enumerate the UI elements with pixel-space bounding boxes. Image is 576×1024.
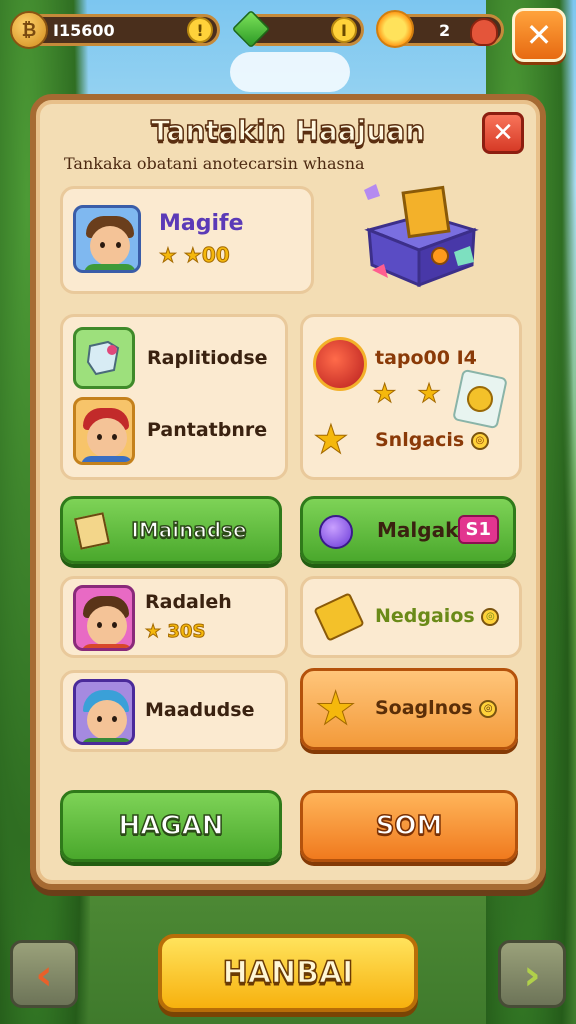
bonus-title: tapo00 I4 — [375, 347, 477, 369]
player-row[interactable]: Maadudse — [60, 670, 288, 752]
magic-badge: S1 — [457, 515, 499, 544]
character-avatar — [73, 397, 135, 465]
som-label: SOM — [375, 810, 443, 842]
player-row-score: ★ 30S — [144, 621, 206, 643]
potion-icon — [319, 515, 353, 549]
ticket-icon — [452, 368, 508, 430]
bonus-footer: Snlgacis ◎ — [375, 429, 489, 451]
info-badge-icon: ◎ — [470, 431, 489, 450]
reward-item-label-1: Raplitiodse — [147, 347, 268, 369]
add-coins-button[interactable]: ! — [187, 17, 213, 43]
star-count: 2 — [439, 20, 451, 40]
player-avatar — [73, 205, 141, 273]
side-reward-row[interactable]: Nedgaios ◎ — [300, 576, 522, 658]
gift-box-icon — [364, 184, 479, 288]
prepare-button[interactable]: IMainadse — [60, 496, 282, 564]
prepare-label: IMainadse — [131, 517, 248, 543]
info-badge-icon: ◎ — [479, 699, 498, 718]
panel-title: Tantakin Haajuan — [150, 113, 426, 148]
magic-button[interactable]: Malgak S1 — [300, 496, 516, 564]
hanbai-button[interactable]: HANBAI — [158, 934, 418, 1012]
hagan-button[interactable]: HAGAN — [60, 790, 282, 862]
add-gems-button[interactable]: I — [331, 17, 357, 43]
side-reward-label: Soaglnos ◎ — [375, 697, 498, 719]
next-button[interactable]: › — [498, 940, 566, 1008]
previous-button[interactable]: ‹ — [10, 940, 78, 1008]
reward-item-label-2: Pantatbnre — [147, 419, 268, 441]
profile-name: Magife — [159, 211, 244, 236]
golden-ticket-icon — [313, 592, 365, 642]
chevron-left-icon: ‹ — [35, 949, 53, 999]
chevron-right-icon: › — [523, 949, 541, 999]
panel-close-button[interactable]: ✕ — [482, 112, 524, 154]
bonus-card[interactable]: tapo00 I4 ★ ★ ★ Snlgacis ◎ — [300, 314, 522, 480]
player-row-avatar — [73, 679, 135, 745]
heart-icon — [470, 18, 498, 46]
bonus-star-icon: ★ — [313, 417, 350, 464]
player-row-name: Radaleh — [145, 591, 232, 613]
sun-icon — [376, 10, 414, 48]
shield-icon — [73, 327, 135, 389]
profile-card[interactable]: Magife ★ ★00 — [60, 186, 314, 294]
coin-icon: ₿ — [10, 11, 48, 49]
bonus-stars: ★ ★ — [373, 379, 447, 410]
cloud — [230, 52, 350, 92]
player-row-name: Maadudse — [145, 699, 255, 721]
star-icon: ★ — [314, 681, 357, 736]
profile-stars: ★ ★00 — [159, 243, 231, 268]
player-row[interactable]: Radaleh ★ 30S — [60, 576, 288, 658]
info-badge-icon: ◎ — [481, 607, 500, 626]
som-button[interactable]: SOM — [300, 790, 518, 862]
close-screen-button[interactable]: ✕ — [512, 8, 566, 62]
coin-count: I15600 — [53, 20, 115, 40]
top-hud: I15600 ! ₿ I 2 ✕ — [10, 8, 566, 62]
side-reward-label: Nedgaios ◎ — [375, 605, 500, 627]
reward-list-card: Raplitiodse Pantatbnre — [60, 314, 288, 480]
side-reward-row[interactable]: ★ Soaglnos ◎ — [300, 668, 518, 750]
player-row-avatar — [73, 585, 135, 651]
ruby-icon — [313, 337, 367, 391]
reward-panel: Tantakin Haajuan Tankaka obatani anoteca… — [30, 94, 546, 890]
panel-subtitle: Tankaka obatani anotecarsin whasna — [64, 154, 365, 173]
hagan-label: HAGAN — [118, 810, 225, 842]
hanbai-label: HANBAI — [222, 955, 354, 992]
bottom-navigation: ‹ HANBAI › — [0, 930, 576, 1020]
